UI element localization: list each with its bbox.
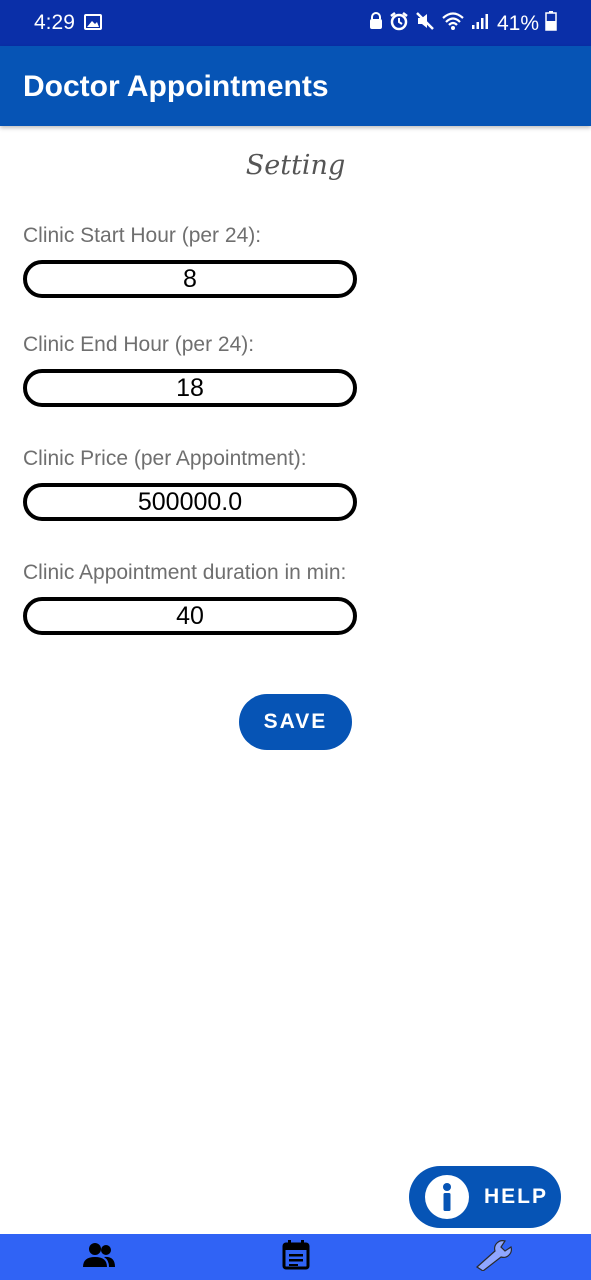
save-button[interactable]: SAVE — [239, 694, 352, 750]
status-bar: 4:29 41% — [0, 0, 591, 46]
page-title: Setting — [245, 150, 346, 181]
status-time: 4:29 — [34, 11, 75, 34]
nav-item-patients[interactable] — [0, 1234, 197, 1280]
calendar-icon — [282, 1239, 310, 1275]
battery-icon — [545, 11, 557, 36]
help-button[interactable]: HELP — [409, 1166, 561, 1228]
end-hour-input[interactable]: 18 — [23, 369, 357, 407]
signal-icon — [471, 12, 489, 35]
wrench-icon — [473, 1239, 513, 1276]
lock-icon — [369, 12, 383, 35]
price-input[interactable]: 500000.0 — [23, 483, 357, 521]
app-title: Doctor Appointments — [23, 70, 329, 103]
gallery-icon — [84, 14, 102, 35]
people-icon — [82, 1242, 116, 1273]
alarm-icon — [389, 11, 409, 36]
wifi-icon — [441, 11, 465, 36]
start-hour-label: Clinic Start Hour (per 24): — [23, 224, 262, 247]
bottom-nav — [0, 1234, 591, 1280]
battery-level: 41% — [496, 11, 539, 35]
duration-input[interactable]: 40 — [23, 597, 357, 635]
help-label: HELP — [484, 1185, 549, 1208]
start-hour-input[interactable]: 8 — [23, 260, 357, 298]
app-bar: Doctor Appointments — [0, 46, 591, 126]
mute-icon — [415, 11, 435, 36]
end-hour-label: Clinic End Hour (per 24): — [23, 333, 255, 356]
price-label: Clinic Price (per Appointment): — [23, 447, 307, 470]
duration-label: Clinic Appointment duration in min: — [23, 561, 347, 584]
nav-item-settings[interactable] — [394, 1234, 591, 1280]
info-icon — [425, 1175, 469, 1219]
nav-item-appointments[interactable] — [197, 1234, 394, 1280]
